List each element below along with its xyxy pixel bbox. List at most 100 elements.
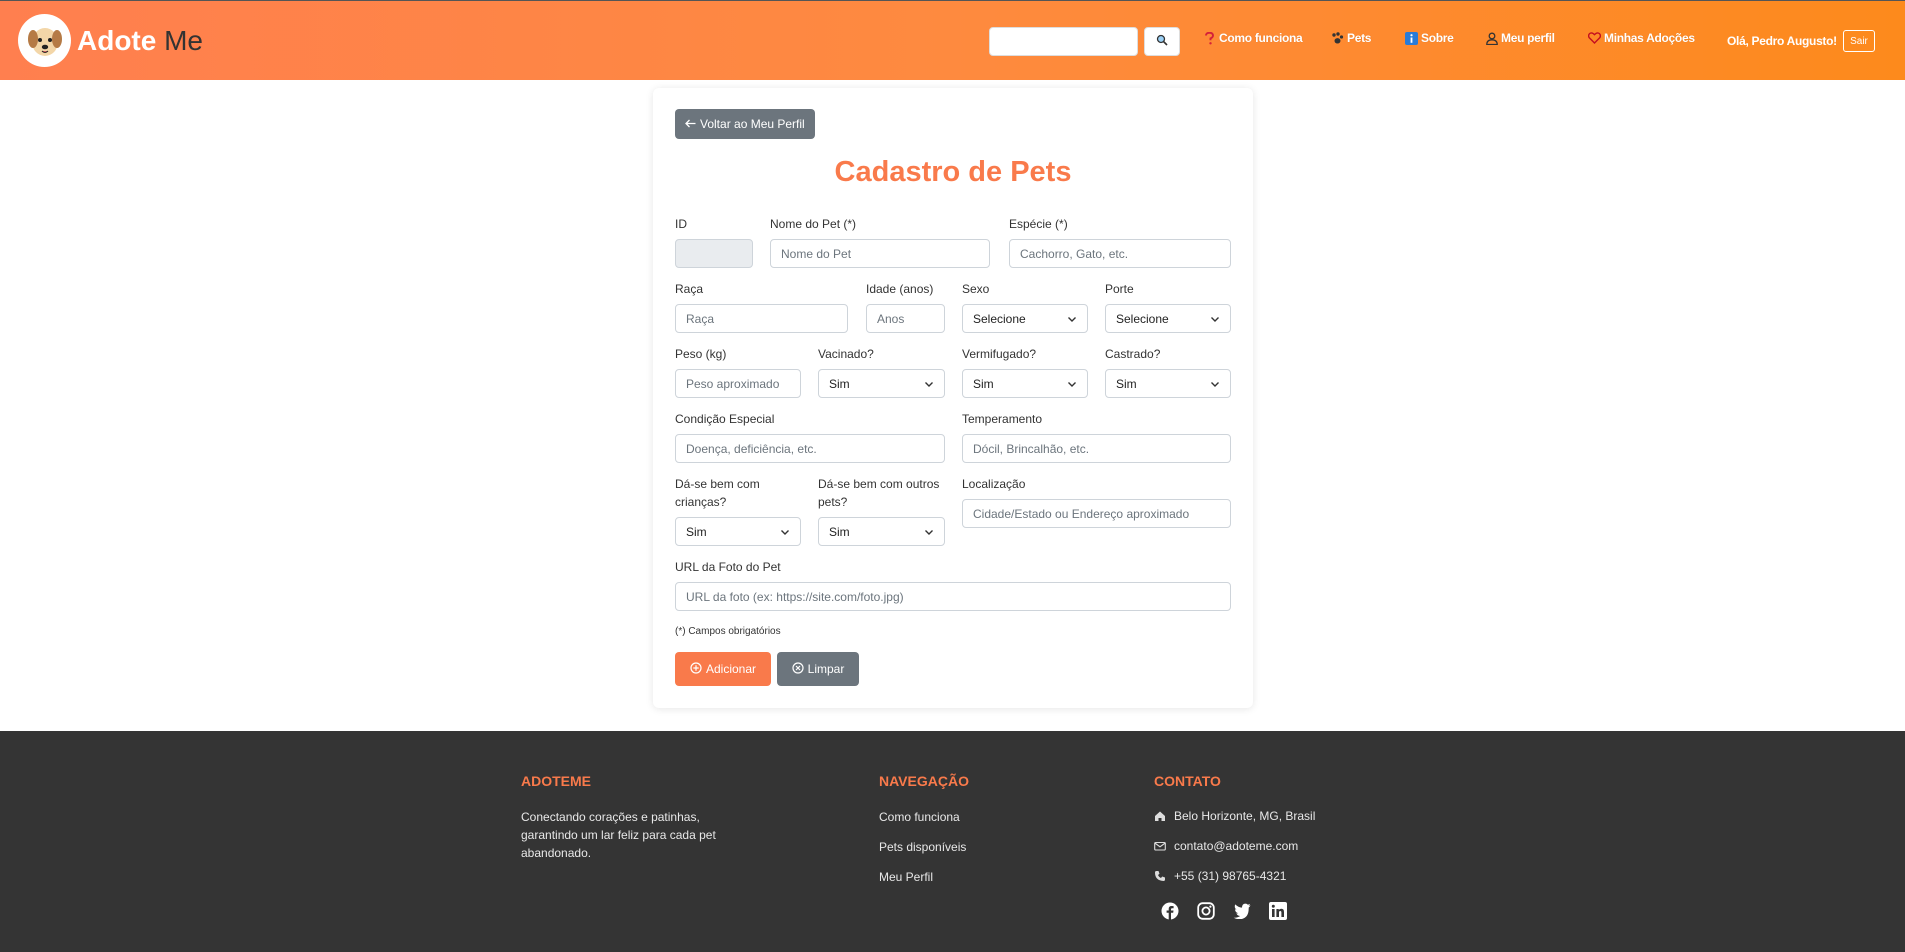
footer-link-como-funciona[interactable]: Como funciona [879, 810, 960, 824]
id-label: ID [675, 217, 687, 231]
contact-email: contato@adoteme.com [1154, 839, 1298, 853]
peso-label: Peso (kg) [675, 347, 727, 361]
peso-field[interactable]: Peso aproximado [675, 369, 801, 398]
back-to-profile-button[interactable]: Voltar ao Meu Perfil [675, 109, 815, 139]
castrado-value: Sim [1116, 376, 1137, 391]
twitter-icon[interactable] [1232, 901, 1252, 921]
contact-address: Belo Horizonte, MG, Brasil [1154, 809, 1315, 823]
chevron-down-icon [1067, 314, 1077, 324]
brand-link[interactable]: Adote Me [18, 14, 203, 67]
logout-button[interactable]: Sair [1843, 30, 1875, 52]
pet-registration-card: Voltar ao Meu Perfil Cadastro de Pets ID… [653, 88, 1253, 708]
nav-meu-perfil[interactable]: Meu perfil [1485, 31, 1555, 45]
criancas-select[interactable]: Sim [675, 517, 801, 546]
clear-form-button[interactable]: Limpar [777, 652, 859, 686]
localizacao-label: Localização [962, 477, 1026, 491]
top-navbar: Adote Me Como funciona Pets Sobre Meu pe… [0, 0, 1905, 80]
vermifugado-select[interactable]: Sim [962, 369, 1088, 398]
sexo-label: Sexo [962, 282, 990, 296]
instagram-icon[interactable] [1196, 901, 1216, 921]
about-line: garantindo um lar feliz para cada pet [521, 828, 716, 842]
nav-label: Sobre [1421, 31, 1454, 45]
chevron-down-icon [924, 527, 934, 537]
outros-pets-label-line2: pets? [818, 495, 848, 509]
nav-label: Pets [1347, 31, 1372, 45]
criancas-label-line2: crianças? [675, 495, 727, 509]
arrow-left-icon [685, 117, 696, 131]
required-note: (*) Campos obrigatórios [675, 626, 781, 637]
brand-name-light: Me [164, 24, 204, 56]
temperamento-field[interactable]: Dócil, Brincalhão, etc. [962, 434, 1231, 463]
info-icon [1405, 31, 1418, 45]
page-title: Cadastro de Pets [834, 156, 1072, 188]
temperamento-label: Temperamento [962, 412, 1043, 426]
id-field [675, 239, 753, 268]
footer-link-pets[interactable]: Pets disponíveis [879, 840, 966, 854]
about-line: Conectando corações e patinhas, [521, 810, 700, 824]
idade-field[interactable]: Anos [866, 304, 945, 333]
phone-icon [1154, 870, 1166, 882]
castrado-label: Castrado? [1105, 347, 1161, 361]
vermifugado-label: Vermifugado? [962, 347, 1037, 361]
user-icon [1485, 32, 1498, 45]
vacinado-select[interactable]: Sim [818, 369, 945, 398]
sexo-select[interactable]: Selecione [962, 304, 1088, 333]
condicao-field[interactable]: Doença, deficiência, etc. [675, 434, 945, 463]
search-input[interactable] [989, 27, 1138, 56]
idade-label: Idade (anos) [866, 282, 934, 296]
clear-label: Limpar [807, 662, 845, 676]
nav-pets[interactable]: Pets [1331, 31, 1371, 45]
email-text: contato@adoteme.com [1174, 839, 1299, 853]
linkedin-icon[interactable] [1268, 901, 1288, 921]
nav-label: Minhas Adoções [1604, 31, 1695, 45]
especie-field[interactable]: Cachorro, Gato, etc. [1009, 239, 1231, 268]
foto-url-field[interactable]: URL da foto (ex: https://site.com/foto.j… [675, 582, 1231, 611]
foto-label: URL da Foto do Pet [675, 560, 781, 574]
plus-circle-icon [690, 661, 702, 677]
x-circle-icon [792, 661, 804, 677]
porte-value: Selecione [1116, 311, 1169, 326]
chevron-down-icon [1210, 314, 1220, 324]
chevron-down-icon [1067, 379, 1077, 389]
dog-logo-icon [18, 14, 71, 67]
paw-icon [1331, 31, 1344, 45]
especie-label: Espécie (*) [1009, 217, 1068, 231]
site-footer: ADOTEME Conectando corações e patinhas, … [0, 731, 1905, 952]
raca-field[interactable]: Raça [675, 304, 848, 333]
brand-name-bold: Adote [77, 24, 157, 56]
footer-about-heading: ADOTEME [521, 773, 591, 789]
chevron-down-icon [1210, 379, 1220, 389]
nome-label: Nome do Pet (*) [770, 217, 857, 231]
localizacao-field[interactable]: Cidade/Estado ou Endereço aproximado [962, 499, 1231, 528]
vermifugado-value: Sim [973, 376, 994, 391]
outros-pets-label-line1: Dá-se bem com outros [818, 477, 940, 491]
nav-label: Meu perfil [1501, 31, 1555, 45]
porte-select[interactable]: Selecione [1105, 304, 1231, 333]
footer-link-meu-perfil[interactable]: Meu Perfil [879, 870, 933, 884]
add-label: Adicionar [705, 662, 757, 676]
nav-como-funciona[interactable]: Como funciona [1203, 31, 1303, 45]
vacinado-value: Sim [829, 376, 850, 391]
porte-label: Porte [1105, 282, 1134, 296]
outros-pets-label: Dá-se bem com outros pets? [818, 475, 939, 511]
criancas-label: Dá-se bem com crianças? [675, 475, 760, 511]
address-text: Belo Horizonte, MG, Brasil [1174, 809, 1316, 823]
question-icon [1203, 31, 1216, 45]
add-pet-button[interactable]: Adicionar [675, 652, 771, 686]
house-icon [1154, 810, 1166, 822]
magnifier-icon [1156, 33, 1168, 51]
nav-sobre[interactable]: Sobre [1405, 31, 1454, 45]
chevron-down-icon [924, 379, 934, 389]
castrado-select[interactable]: Sim [1105, 369, 1231, 398]
heart-icon [1588, 32, 1601, 45]
vacinado-label: Vacinado? [818, 347, 874, 361]
outros-pets-select[interactable]: Sim [818, 517, 945, 546]
footer-contact-heading: CONTATO [1154, 773, 1221, 789]
search-button[interactable] [1144, 27, 1180, 56]
facebook-icon[interactable] [1160, 901, 1180, 921]
raca-label: Raça [675, 282, 704, 296]
chevron-down-icon [780, 527, 790, 537]
nav-minhas-adocoes[interactable]: Minhas Adoções [1588, 31, 1695, 45]
nome-field[interactable]: Nome do Pet [770, 239, 990, 268]
footer-about-text: Conectando corações e patinhas, garantin… [521, 808, 716, 862]
